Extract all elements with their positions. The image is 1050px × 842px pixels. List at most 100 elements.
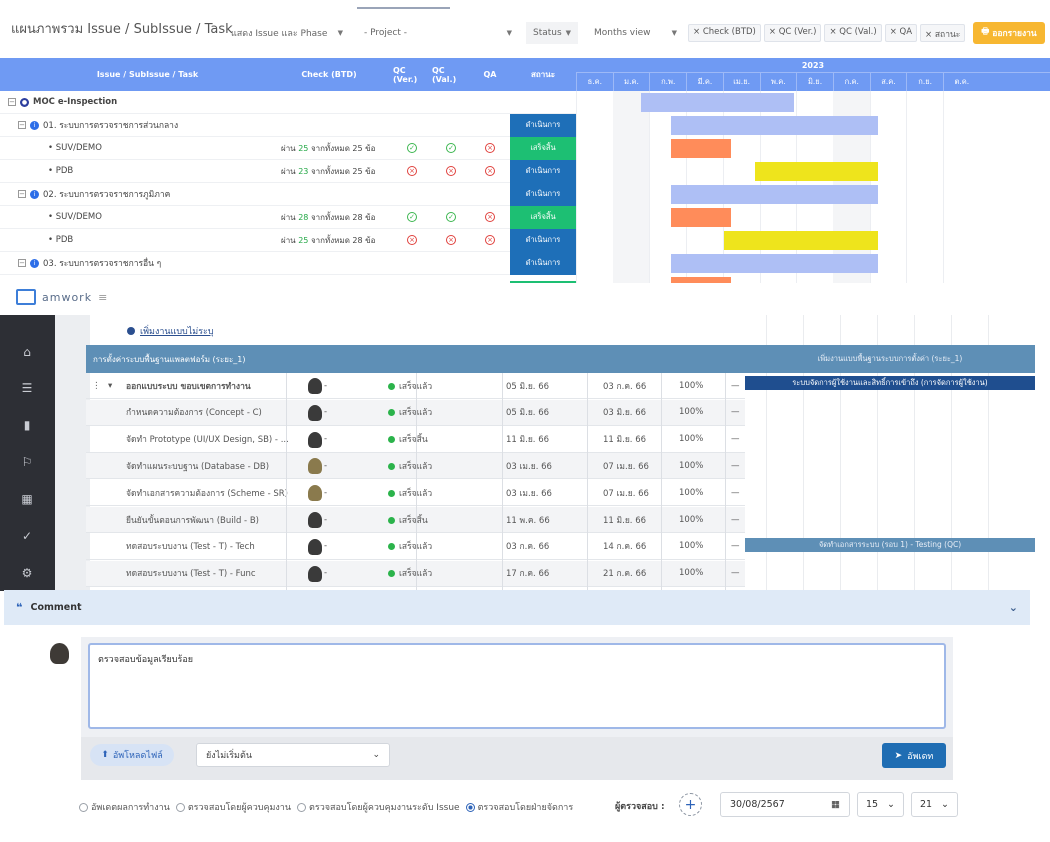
chip-qc-ver[interactable]: × QC (Ver.) — [763, 24, 822, 42]
gantt-bar[interactable] — [671, 185, 878, 204]
comment-textarea[interactable]: ตรวจสอบข้อมูลเรียบร้อย — [88, 643, 946, 729]
radio-circle[interactable] — [297, 802, 307, 812]
view-mode-select[interactable]: Months view ▼ — [587, 22, 684, 44]
collapse-toggle-icon[interactable]: − — [18, 121, 26, 129]
gantt-bar[interactable] — [671, 116, 878, 135]
project-link[interactable]: เพิ่มงานแบบไม่ระบุ — [127, 324, 214, 338]
status-label: เสร็จสิ้น — [388, 432, 428, 446]
table-row[interactable]: − i 03. ระบบการตรวจราชการอื่น ๆ ดำเนินการ — [0, 251, 576, 275]
table-row[interactable]: − ● MOC e-Inspection — [0, 91, 576, 114]
chip-qc-val[interactable]: × QC (Val.) — [824, 24, 882, 42]
display-filter-select[interactable]: แสดง Issue และ Phase ▼ — [224, 22, 350, 44]
task-name: จัดทำแผนระบบฐาน (Database - DB) — [126, 461, 270, 472]
row-label: • PDB — [48, 235, 74, 245]
avatar — [308, 378, 322, 394]
table-row[interactable]: − i 02. ระบบการตรวจราชการภูมิภาค ดำเนินการ — [0, 182, 576, 206]
collapse-toggle-icon[interactable]: − — [8, 98, 16, 106]
chart-icon[interactable]: ▮ — [18, 416, 36, 434]
x-circle-icon: × — [407, 166, 417, 176]
progress-percent: 100% — [679, 434, 704, 445]
avatar — [308, 512, 322, 528]
comment-header[interactable]: ❝ Comment ⌄ — [4, 590, 1030, 625]
row-label: 01. ระบบการตรวจราชการส่วนกลาง — [43, 121, 179, 131]
gantt-bar[interactable] — [641, 93, 794, 112]
chevron-down-icon: ▼ — [337, 29, 343, 37]
gantt-bar[interactable] — [671, 208, 731, 227]
row-menu: — — [731, 380, 740, 391]
flag-icon[interactable]: ⚐ — [18, 453, 36, 471]
collapse-toggle-icon[interactable]: − — [18, 259, 26, 267]
collapse-toggle-icon[interactable]: − — [18, 190, 26, 198]
row-menu: — — [731, 487, 740, 498]
date-field[interactable]: 30/08/2567 ▦ — [720, 792, 850, 817]
table-row[interactable]: • PDB ผ่าน 23 จากทั้งหมด 25 ข้อ × × × ดำ… — [0, 159, 576, 183]
status-badge: ดำเนินการ — [510, 251, 576, 275]
table-row[interactable]: • SUV/DEMO ผ่าน 25 จากทั้งหมด 25 ข้อ ✓ ✓… — [0, 136, 576, 160]
start-date: 03 ก.ค. 66 — [506, 542, 550, 553]
check-suffix: จากทั้งหมด 28 ข้อ — [310, 212, 376, 222]
inspector-label: ผู้ตรวจสอบ : — [615, 802, 665, 812]
home-icon[interactable]: ⌂ — [18, 343, 36, 361]
display-filter-value: แสดง Issue และ Phase — [231, 29, 328, 39]
hour-select[interactable]: 15 ⌄ — [857, 792, 904, 817]
check-suffix: จากทั้งหมด 25 ข้อ — [310, 143, 376, 153]
mini-gantt-bar[interactable]: ระบบจัดการผู้ใช้งานและสิทธิ์การเข้าถึง (… — [745, 376, 1035, 390]
mini-gantt-bar[interactable]: จัดทำเอกสารระบบ (รอบ 1) - Testing (QC) — [745, 538, 1035, 552]
table-row[interactable]: • PDB ผ่าน 25 จากทั้งหมด 28 ข้อ × × × ดำ… — [0, 228, 576, 252]
update-button[interactable]: ➤ อัพเดท — [882, 743, 946, 768]
settings-icon[interactable]: ⚙ — [18, 564, 36, 582]
task-name: กำหนดความต้องการ (Concept - C) — [126, 408, 262, 419]
chip-qa[interactable]: × QA — [884, 24, 918, 42]
work-status-select[interactable]: ยังไม่เริ่มต้น ⌄ — [196, 743, 390, 767]
sidebar: ⌂ ☰ ▮ ⚐ ▦ ✓ ⚙ — [0, 315, 55, 591]
status-filter-select[interactable]: Status ▼ — [526, 22, 578, 44]
info-icon: i — [30, 120, 39, 130]
upload-file-button[interactable]: ⬆ อัพโหลดไฟล์ — [90, 744, 174, 766]
radio-circle-selected[interactable] — [465, 802, 475, 812]
radio-update-work[interactable]: อัพเดตผลการทำงาน — [79, 800, 170, 814]
chevron-down-icon[interactable]: ⌄ — [1009, 601, 1018, 614]
check-icon[interactable]: ✓ — [18, 527, 36, 545]
minute-select[interactable]: 21 ⌄ — [911, 792, 958, 817]
end-date: 07 เม.ย. 66 — [603, 488, 649, 499]
status-filter-value: Status — [533, 28, 562, 38]
calendar-icon[interactable]: ▦ — [831, 799, 840, 810]
assignee-placeholder: - — [324, 568, 328, 579]
progress-percent: 100% — [679, 460, 704, 471]
project-filter-select[interactable]: - Project - ▼ — [357, 22, 519, 44]
list-icon[interactable]: ☰ — [18, 379, 36, 397]
end-date: 21 ก.ค. 66 — [603, 569, 647, 580]
avatar — [50, 643, 69, 664]
chip-check-btd[interactable]: × Check (BTD) — [688, 24, 761, 42]
avatar — [308, 458, 322, 475]
radio-supervisor[interactable]: ตรวจสอบโดยผู้ควบคุมงาน — [175, 800, 291, 814]
calendar-icon[interactable]: ▦ — [18, 490, 36, 508]
table-row[interactable]: − i 01. ระบบการตรวจราชการส่วนกลาง ดำเนินกา… — [0, 113, 576, 137]
chevron-down-icon: ⌄ — [887, 799, 895, 810]
table-row[interactable]: • SUV/DEMO ผ่าน 28 จากทั้งหมด 28 ข้อ ✓ ✓… — [0, 205, 576, 229]
mini-gantt-header-bar[interactable]: เพิ่มงานแบบพื้นฐานระบบการตั้งค่า (ระยะ_1… — [745, 345, 1035, 373]
gantt-bar[interactable] — [671, 139, 731, 158]
gantt-bar[interactable] — [671, 254, 878, 273]
month-header-cell: ต.ค. — [943, 73, 980, 91]
bullet-icon — [127, 327, 135, 335]
month-header-cell: ก.พ. — [649, 73, 686, 91]
add-inspector-button[interactable]: + — [679, 793, 702, 816]
col-qa: QA — [483, 70, 497, 79]
radio-issue-supervisor[interactable]: ตรวจสอบโดยผู้ควบคุมงานระดับ Issue — [297, 800, 460, 814]
check-circle-icon: ✓ — [407, 212, 417, 222]
status-badge: ดำเนินการ — [510, 228, 576, 252]
radio-circle[interactable] — [175, 802, 185, 812]
gantt-bar[interactable] — [755, 162, 878, 181]
status-dot-icon — [388, 543, 395, 551]
menu-icon[interactable]: ≡ — [98, 291, 107, 304]
chip-status[interactable]: × สถานะ — [920, 24, 966, 42]
radio-circle[interactable] — [79, 802, 88, 812]
radio-management[interactable]: ตรวจสอบโดยฝ่ายจัดการ — [465, 800, 573, 814]
status-label: เสร็จแล้ว — [388, 566, 432, 580]
gantt-bar[interactable] — [724, 231, 878, 250]
status-dot-icon — [388, 516, 395, 524]
export-report-button[interactable]: 🖶 ออกรายงาน — [973, 22, 1045, 44]
task-name: ออกแบบระบบ ขอบเขตการทำงาน — [126, 381, 251, 392]
group-header[interactable]: การตั้งค่าระบบพื้นฐานแพลตฟอร์ม (ระยะ_1) — [86, 345, 745, 373]
